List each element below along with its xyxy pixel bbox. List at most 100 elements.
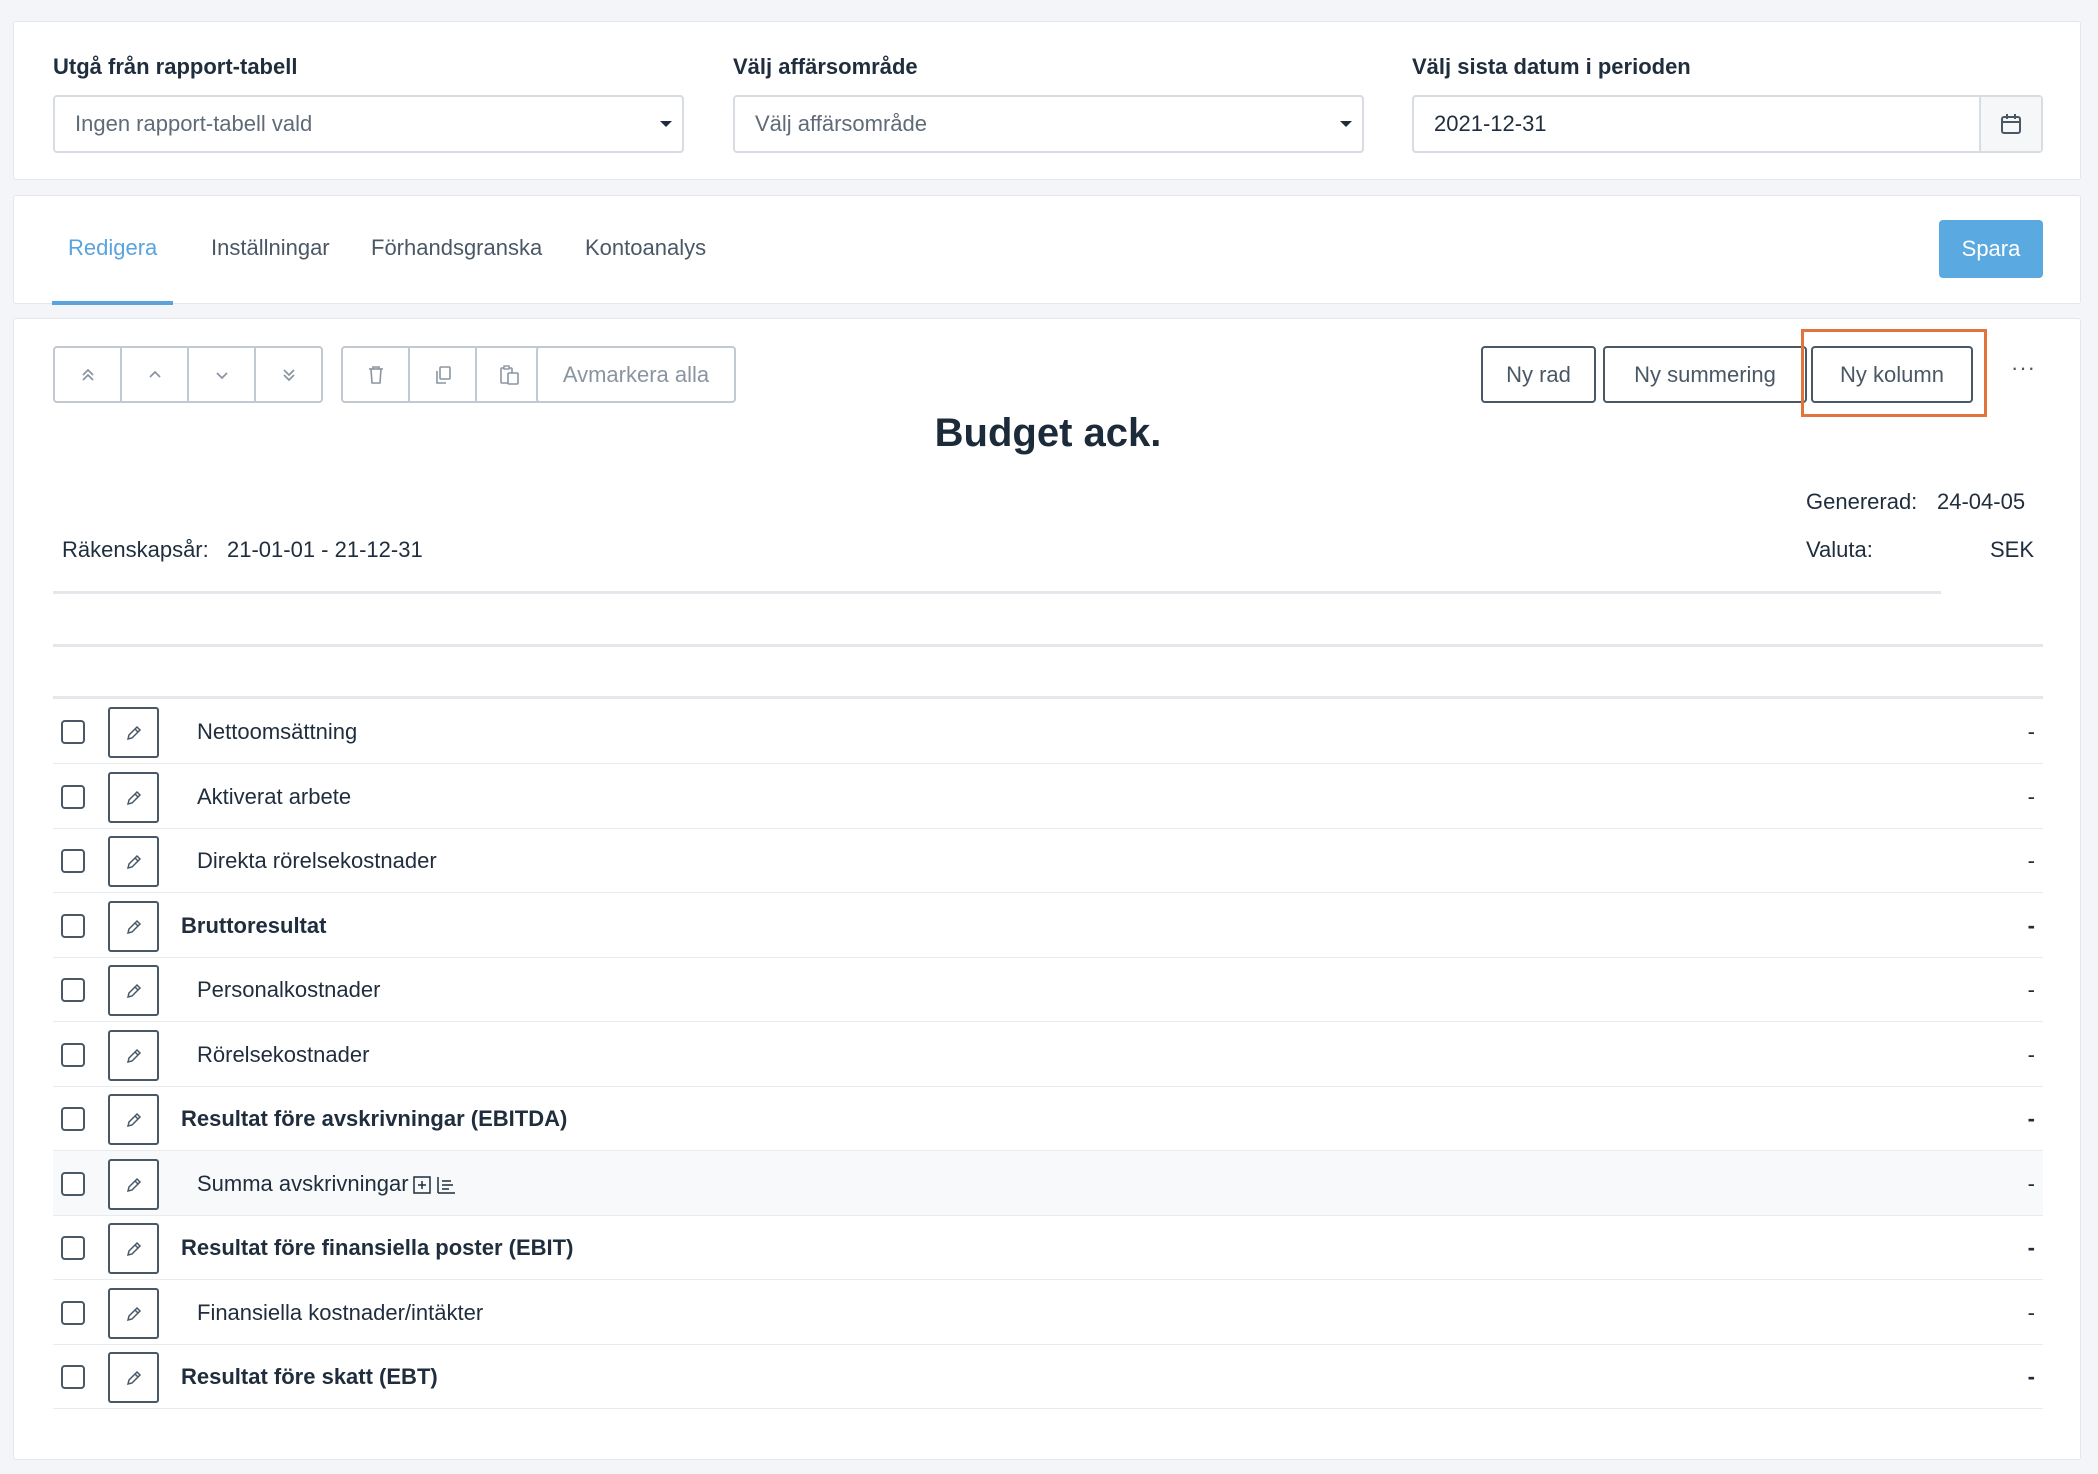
tab-redigera[interactable]: Redigera	[52, 196, 174, 305]
row-label-text: Personalkostnader	[197, 977, 381, 1002]
copy-button[interactable]	[408, 346, 477, 403]
pencil-icon	[126, 854, 141, 869]
business-area-filter: Välj affärsområde Välj affärsområde	[733, 52, 1364, 153]
row-checkbox[interactable]	[61, 849, 85, 873]
row-label: Finansiella kostnader/intäkter	[197, 1280, 483, 1345]
table-row: Direkta rörelsekostnader -	[53, 828, 2043, 893]
deselect-all-button[interactable]: Avmarkera alla	[536, 346, 736, 403]
pencil-icon	[126, 919, 141, 934]
row-checkbox[interactable]	[61, 1365, 85, 1389]
fiscal-year-value: 21-01-01 - 21-12-31	[227, 537, 423, 562]
row-checkbox[interactable]	[61, 978, 85, 1002]
row-checkbox[interactable]	[61, 1236, 85, 1260]
chevron-down-icon	[1340, 121, 1352, 127]
row-checkbox[interactable]	[61, 914, 85, 938]
edit-row-button[interactable]	[108, 1288, 159, 1339]
report-table-filter: Utgå från rapport-tabell Ingen rapport-t…	[53, 52, 684, 153]
business-area-label: Välj affärsområde	[733, 54, 918, 79]
row-label: Aktiverat arbete	[197, 764, 351, 829]
pencil-icon	[126, 1306, 141, 1321]
row-label: Direkta rörelsekostnader	[197, 828, 437, 893]
row-value: -	[2027, 784, 2035, 809]
tab-forhandsgranska[interactable]: Förhandsgranska	[355, 196, 558, 305]
expand-plus-icon[interactable]	[412, 1175, 432, 1195]
edit-row-button[interactable]	[108, 1030, 159, 1081]
save-button[interactable]: Spara	[1939, 220, 2043, 278]
row-label-text: Bruttoresultat	[181, 913, 327, 938]
row-value: -	[2027, 1300, 2035, 1325]
currency-value: SEK	[1989, 537, 2034, 562]
row-label-text: Resultat före skatt (EBT)	[181, 1364, 438, 1389]
edit-row-button[interactable]	[108, 901, 159, 952]
report-table-value: Ingen rapport-tabell vald	[75, 111, 313, 136]
row-value: -	[2027, 1042, 2035, 1067]
table-row: Nettoomsättning -	[53, 699, 2043, 764]
row-label: Bruttoresultat	[181, 893, 326, 958]
row-checkbox[interactable]	[61, 1172, 85, 1196]
row-checkbox[interactable]	[61, 785, 85, 809]
header-divider	[53, 591, 1941, 594]
row-checkbox[interactable]	[61, 1107, 85, 1131]
edit-row-button[interactable]	[108, 1352, 159, 1403]
row-checkbox[interactable]	[61, 1301, 85, 1325]
report-title: Budget ack.	[934, 411, 1162, 455]
period-end-filter: Välj sista datum i perioden 2021-12-31	[1412, 52, 2043, 153]
filter-panel: Utgå från rapport-tabell Ingen rapport-t…	[13, 21, 2081, 180]
double-chevron-down-icon	[282, 368, 295, 381]
row-value: -	[2027, 848, 2035, 873]
copy-icon	[435, 365, 451, 384]
move-up-button[interactable]	[120, 346, 189, 403]
table-row: Rörelsekostnader -	[53, 1022, 2043, 1087]
tab-kontoanalys[interactable]: Kontoanalys	[569, 196, 722, 305]
row-label: Resultat före skatt (EBT)	[181, 1344, 438, 1409]
table-row: Personalkostnader -	[53, 957, 2043, 1022]
pencil-icon	[126, 1241, 141, 1256]
edit-row-button[interactable]	[108, 1223, 159, 1274]
calendar-icon	[2001, 114, 2021, 134]
row-label: Resultat före avskrivningar (EBITDA)	[181, 1086, 567, 1151]
new-summary-button[interactable]: Ny summering	[1603, 346, 1807, 403]
fiscal-year-label: Räkenskapsår:	[62, 537, 209, 562]
pencil-icon	[126, 725, 141, 740]
more-options-icon[interactable]: ···	[2011, 355, 2036, 381]
edit-row-button[interactable]	[108, 836, 159, 887]
row-value: -	[2027, 1106, 2035, 1131]
paste-icon	[499, 364, 519, 385]
table-row: Resultat före avskrivningar (EBITDA) -	[53, 1086, 2043, 1151]
tab-installningar[interactable]: Inställningar	[195, 196, 346, 305]
period-end-value: 2021-12-31	[1434, 111, 1547, 136]
move-bottom-button[interactable]	[254, 346, 323, 403]
period-end-date-input[interactable]: 2021-12-31	[1412, 95, 2043, 153]
row-label-text: Direkta rörelsekostnader	[197, 848, 437, 873]
list-detail-icon[interactable]	[435, 1175, 457, 1195]
report-table-select[interactable]: Ingen rapport-tabell vald	[53, 95, 684, 153]
row-value: -	[2027, 719, 2035, 744]
chevron-up-icon	[148, 370, 161, 378]
currency-label: Valuta:	[1806, 537, 1873, 562]
pencil-icon	[126, 1370, 141, 1385]
move-top-button[interactable]	[53, 346, 122, 403]
chevron-down-icon	[660, 121, 672, 127]
pencil-icon	[126, 1048, 141, 1063]
edit-row-button[interactable]	[108, 707, 159, 758]
paste-button[interactable]	[475, 346, 544, 403]
move-down-button[interactable]	[187, 346, 256, 403]
calendar-button[interactable]	[1979, 97, 2041, 151]
business-area-select[interactable]: Välj affärsområde	[733, 95, 1364, 153]
row-value: -	[2027, 1171, 2035, 1196]
new-row-button[interactable]: Ny rad	[1481, 346, 1596, 403]
row-label-text: Nettoomsättning	[197, 719, 358, 744]
row-checkbox[interactable]	[61, 1043, 85, 1067]
row-inline-icons	[412, 1175, 457, 1195]
table-row: Bruttoresultat -	[53, 893, 2043, 958]
row-checkbox[interactable]	[61, 720, 85, 744]
generated-value: 24-04-05	[1937, 489, 2026, 514]
column-header-divider	[53, 644, 2043, 647]
edit-row-button[interactable]	[108, 1094, 159, 1145]
delete-button[interactable]	[341, 346, 410, 403]
edit-row-button[interactable]	[108, 772, 159, 823]
edit-row-button[interactable]	[108, 965, 159, 1016]
edit-row-button[interactable]	[108, 1159, 159, 1210]
row-value: -	[2027, 913, 2035, 938]
row-label: Resultat före finansiella poster (EBIT)	[181, 1215, 573, 1280]
